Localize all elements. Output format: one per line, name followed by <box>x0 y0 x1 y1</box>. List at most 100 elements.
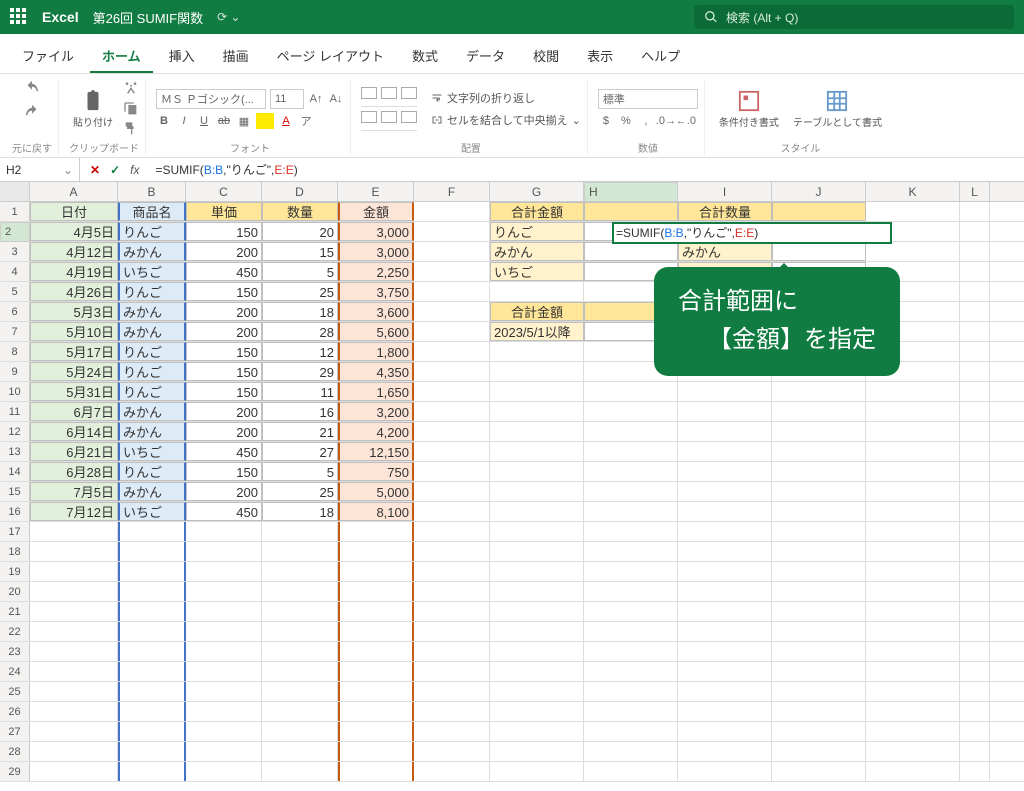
cell[interactable] <box>118 522 186 541</box>
cell[interactable]: 18 <box>262 302 338 321</box>
row-header[interactable]: 3 <box>0 242 30 261</box>
cell[interactable] <box>262 582 338 601</box>
cell[interactable] <box>490 522 584 541</box>
row-header[interactable]: 2 <box>0 222 30 242</box>
row-header[interactable]: 4 <box>0 262 30 281</box>
cell[interactable] <box>678 722 772 741</box>
cell[interactable] <box>960 542 990 561</box>
cell[interactable]: りんご <box>490 222 584 241</box>
cell[interactable]: 200 <box>186 302 262 321</box>
cell[interactable]: 21 <box>262 422 338 441</box>
cell[interactable]: 6月14日 <box>30 422 118 441</box>
cell[interactable]: 5月3日 <box>30 302 118 321</box>
cell[interactable]: 数量 <box>262 202 338 221</box>
cell[interactable]: 4月19日 <box>30 262 118 281</box>
cell[interactable] <box>866 742 960 761</box>
cell[interactable] <box>866 402 960 421</box>
cell[interactable] <box>414 602 490 621</box>
row-header[interactable]: 25 <box>0 682 30 701</box>
row-header[interactable]: 5 <box>0 282 30 301</box>
cell[interactable] <box>338 722 414 741</box>
cell[interactable] <box>960 582 990 601</box>
cell[interactable] <box>772 602 866 621</box>
cell[interactable] <box>866 762 960 781</box>
select-all-corner[interactable] <box>0 182 30 201</box>
cell[interactable]: みかん <box>118 422 186 441</box>
cell[interactable]: 4月12日 <box>30 242 118 261</box>
cell[interactable] <box>30 762 118 781</box>
cell[interactable] <box>490 562 584 581</box>
row-header[interactable]: 27 <box>0 722 30 741</box>
cell[interactable]: 日付 <box>30 202 118 221</box>
cell[interactable] <box>414 202 490 221</box>
col-header-F[interactable]: F <box>414 182 490 201</box>
cell[interactable]: 5,600 <box>338 322 414 341</box>
comma-button[interactable]: , <box>638 113 654 129</box>
cell[interactable] <box>772 582 866 601</box>
cell[interactable] <box>866 602 960 621</box>
cell[interactable] <box>960 682 990 701</box>
cell[interactable]: 5 <box>262 262 338 281</box>
cell[interactable] <box>584 622 678 641</box>
cell[interactable] <box>490 582 584 601</box>
cell[interactable] <box>30 662 118 681</box>
cell[interactable] <box>118 642 186 661</box>
cell[interactable]: 4,350 <box>338 362 414 381</box>
cell[interactable] <box>414 742 490 761</box>
cell[interactable] <box>960 742 990 761</box>
cut-icon[interactable] <box>123 81 139 97</box>
cell[interactable] <box>118 762 186 781</box>
cell[interactable]: 12,150 <box>338 442 414 461</box>
cell[interactable] <box>772 502 866 521</box>
col-header-A[interactable]: A <box>30 182 118 201</box>
cell[interactable] <box>490 502 584 521</box>
cell[interactable] <box>866 662 960 681</box>
cell[interactable] <box>866 482 960 501</box>
cell[interactable] <box>678 662 772 681</box>
cell[interactable]: みかん <box>118 482 186 501</box>
cell[interactable] <box>772 662 866 681</box>
cell[interactable] <box>118 582 186 601</box>
row-header[interactable]: 22 <box>0 622 30 641</box>
cell[interactable] <box>490 642 584 661</box>
cell[interactable]: 3,200 <box>338 402 414 421</box>
align-buttons[interactable] <box>361 87 417 131</box>
cell[interactable]: 4,200 <box>338 422 414 441</box>
cell[interactable]: みかん <box>678 242 772 261</box>
cell[interactable]: 4月5日 <box>30 222 118 241</box>
phonetic-button[interactable]: ア <box>298 113 314 129</box>
tab-draw[interactable]: 描画 <box>211 40 261 73</box>
cell[interactable] <box>118 542 186 561</box>
cell[interactable]: 2023/5/1以降 <box>490 322 584 341</box>
cell[interactable] <box>678 442 772 461</box>
cell[interactable] <box>960 242 990 261</box>
cell[interactable] <box>866 642 960 661</box>
cell[interactable]: 450 <box>186 262 262 281</box>
cell[interactable] <box>772 422 866 441</box>
cell[interactable]: みかん <box>118 402 186 421</box>
cell[interactable] <box>960 602 990 621</box>
cell[interactable]: いちご <box>118 262 186 281</box>
cell[interactable] <box>414 542 490 561</box>
cell[interactable] <box>960 562 990 581</box>
col-header-J[interactable]: J <box>772 182 866 201</box>
cell[interactable] <box>772 622 866 641</box>
row-header[interactable]: 10 <box>0 382 30 401</box>
cell[interactable] <box>186 662 262 681</box>
cell[interactable] <box>490 442 584 461</box>
cell[interactable] <box>262 722 338 741</box>
cell[interactable] <box>262 682 338 701</box>
col-header-L[interactable]: L <box>960 182 990 201</box>
cell[interactable] <box>30 542 118 561</box>
col-header-I[interactable]: I <box>678 182 772 201</box>
cell[interactable]: 合計金額 <box>490 302 584 321</box>
cell[interactable]: 6月28日 <box>30 462 118 481</box>
cell[interactable] <box>678 462 772 481</box>
cell[interactable]: 28 <box>262 322 338 341</box>
cell[interactable] <box>414 222 490 241</box>
cell[interactable] <box>678 522 772 541</box>
undo-icon[interactable] <box>23 80 41 98</box>
cell[interactable] <box>960 662 990 681</box>
row-header[interactable]: 6 <box>0 302 30 321</box>
cell[interactable] <box>678 562 772 581</box>
